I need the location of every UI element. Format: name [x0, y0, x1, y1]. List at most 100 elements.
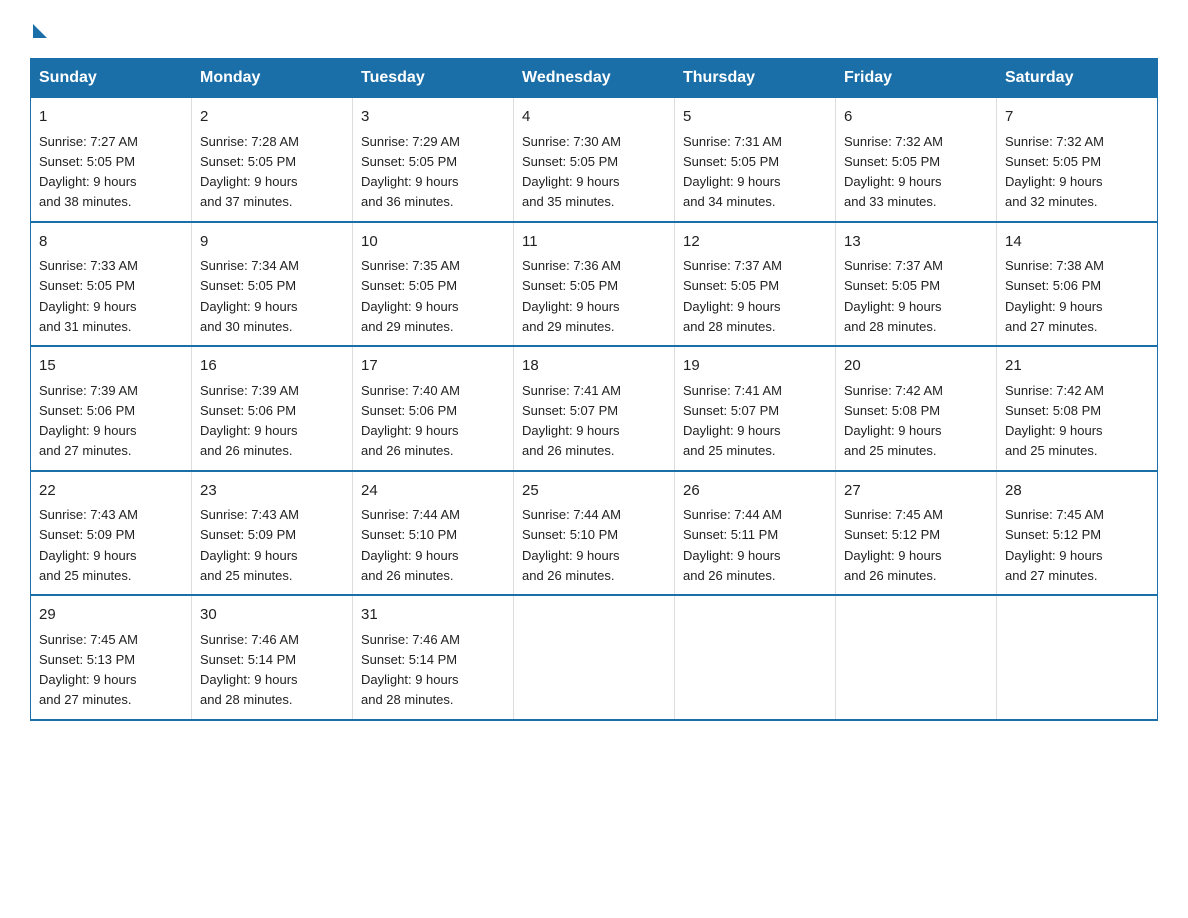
- logo-arrow-icon: [33, 24, 47, 38]
- day-cell: 16 Sunrise: 7:39 AMSunset: 5:06 PMDaylig…: [192, 346, 353, 471]
- day-info: Sunrise: 7:45 AMSunset: 5:12 PMDaylight:…: [1005, 507, 1104, 583]
- day-info: Sunrise: 7:44 AMSunset: 5:10 PMDaylight:…: [361, 507, 460, 583]
- day-info: Sunrise: 7:37 AMSunset: 5:05 PMDaylight:…: [844, 258, 943, 334]
- calendar-header-row: SundayMondayTuesdayWednesdayThursdayFrid…: [31, 59, 1158, 98]
- day-number: 23: [200, 480, 344, 503]
- day-number: 6: [844, 106, 988, 129]
- day-number: 28: [1005, 480, 1149, 503]
- header-tuesday: Tuesday: [353, 59, 514, 98]
- day-number: 9: [200, 231, 344, 254]
- day-cell: 28 Sunrise: 7:45 AMSunset: 5:12 PMDaylig…: [997, 471, 1158, 596]
- day-info: Sunrise: 7:43 AMSunset: 5:09 PMDaylight:…: [39, 507, 138, 583]
- day-cell: 31 Sunrise: 7:46 AMSunset: 5:14 PMDaylig…: [353, 595, 514, 720]
- day-cell: 18 Sunrise: 7:41 AMSunset: 5:07 PMDaylig…: [514, 346, 675, 471]
- week-row-3: 15 Sunrise: 7:39 AMSunset: 5:06 PMDaylig…: [31, 346, 1158, 471]
- day-cell: 7 Sunrise: 7:32 AMSunset: 5:05 PMDayligh…: [997, 98, 1158, 222]
- day-info: Sunrise: 7:38 AMSunset: 5:06 PMDaylight:…: [1005, 258, 1104, 334]
- day-cell: 23 Sunrise: 7:43 AMSunset: 5:09 PMDaylig…: [192, 471, 353, 596]
- day-number: 26: [683, 480, 827, 503]
- day-cell: 21 Sunrise: 7:42 AMSunset: 5:08 PMDaylig…: [997, 346, 1158, 471]
- day-number: 7: [1005, 106, 1149, 129]
- day-cell: 27 Sunrise: 7:45 AMSunset: 5:12 PMDaylig…: [836, 471, 997, 596]
- day-info: Sunrise: 7:39 AMSunset: 5:06 PMDaylight:…: [39, 383, 138, 459]
- week-row-5: 29 Sunrise: 7:45 AMSunset: 5:13 PMDaylig…: [31, 595, 1158, 720]
- day-number: 29: [39, 604, 183, 627]
- day-cell: 26 Sunrise: 7:44 AMSunset: 5:11 PMDaylig…: [675, 471, 836, 596]
- day-info: Sunrise: 7:33 AMSunset: 5:05 PMDaylight:…: [39, 258, 138, 334]
- header-friday: Friday: [836, 59, 997, 98]
- week-row-2: 8 Sunrise: 7:33 AMSunset: 5:05 PMDayligh…: [31, 222, 1158, 347]
- day-cell: 19 Sunrise: 7:41 AMSunset: 5:07 PMDaylig…: [675, 346, 836, 471]
- day-number: 18: [522, 355, 666, 378]
- day-cell: [997, 595, 1158, 720]
- day-info: Sunrise: 7:46 AMSunset: 5:14 PMDaylight:…: [361, 632, 460, 708]
- day-number: 10: [361, 231, 505, 254]
- day-number: 15: [39, 355, 183, 378]
- day-number: 24: [361, 480, 505, 503]
- day-cell: 2 Sunrise: 7:28 AMSunset: 5:05 PMDayligh…: [192, 98, 353, 222]
- day-cell: [675, 595, 836, 720]
- day-cell: 8 Sunrise: 7:33 AMSunset: 5:05 PMDayligh…: [31, 222, 192, 347]
- day-info: Sunrise: 7:35 AMSunset: 5:05 PMDaylight:…: [361, 258, 460, 334]
- day-number: 8: [39, 231, 183, 254]
- day-cell: 15 Sunrise: 7:39 AMSunset: 5:06 PMDaylig…: [31, 346, 192, 471]
- day-cell: 14 Sunrise: 7:38 AMSunset: 5:06 PMDaylig…: [997, 222, 1158, 347]
- day-number: 3: [361, 106, 505, 129]
- calendar-table: SundayMondayTuesdayWednesdayThursdayFrid…: [30, 58, 1158, 721]
- day-number: 5: [683, 106, 827, 129]
- day-info: Sunrise: 7:42 AMSunset: 5:08 PMDaylight:…: [844, 383, 943, 459]
- day-info: Sunrise: 7:27 AMSunset: 5:05 PMDaylight:…: [39, 134, 138, 210]
- day-cell: 11 Sunrise: 7:36 AMSunset: 5:05 PMDaylig…: [514, 222, 675, 347]
- day-info: Sunrise: 7:30 AMSunset: 5:05 PMDaylight:…: [522, 134, 621, 210]
- day-cell: 6 Sunrise: 7:32 AMSunset: 5:05 PMDayligh…: [836, 98, 997, 222]
- day-info: Sunrise: 7:40 AMSunset: 5:06 PMDaylight:…: [361, 383, 460, 459]
- day-number: 22: [39, 480, 183, 503]
- header-wednesday: Wednesday: [514, 59, 675, 98]
- day-info: Sunrise: 7:44 AMSunset: 5:11 PMDaylight:…: [683, 507, 782, 583]
- day-info: Sunrise: 7:46 AMSunset: 5:14 PMDaylight:…: [200, 632, 299, 708]
- day-info: Sunrise: 7:32 AMSunset: 5:05 PMDaylight:…: [1005, 134, 1104, 210]
- day-info: Sunrise: 7:36 AMSunset: 5:05 PMDaylight:…: [522, 258, 621, 334]
- day-number: 20: [844, 355, 988, 378]
- day-info: Sunrise: 7:41 AMSunset: 5:07 PMDaylight:…: [683, 383, 782, 459]
- day-info: Sunrise: 7:32 AMSunset: 5:05 PMDaylight:…: [844, 134, 943, 210]
- day-number: 12: [683, 231, 827, 254]
- day-info: Sunrise: 7:45 AMSunset: 5:12 PMDaylight:…: [844, 507, 943, 583]
- day-cell: 17 Sunrise: 7:40 AMSunset: 5:06 PMDaylig…: [353, 346, 514, 471]
- day-number: 19: [683, 355, 827, 378]
- day-cell: 12 Sunrise: 7:37 AMSunset: 5:05 PMDaylig…: [675, 222, 836, 347]
- day-cell: 4 Sunrise: 7:30 AMSunset: 5:05 PMDayligh…: [514, 98, 675, 222]
- day-cell: 5 Sunrise: 7:31 AMSunset: 5:05 PMDayligh…: [675, 98, 836, 222]
- page-header: [30, 20, 1158, 38]
- day-number: 30: [200, 604, 344, 627]
- day-cell: [514, 595, 675, 720]
- day-number: 11: [522, 231, 666, 254]
- day-cell: 13 Sunrise: 7:37 AMSunset: 5:05 PMDaylig…: [836, 222, 997, 347]
- day-number: 1: [39, 106, 183, 129]
- day-info: Sunrise: 7:42 AMSunset: 5:08 PMDaylight:…: [1005, 383, 1104, 459]
- day-number: 4: [522, 106, 666, 129]
- day-cell: 10 Sunrise: 7:35 AMSunset: 5:05 PMDaylig…: [353, 222, 514, 347]
- week-row-4: 22 Sunrise: 7:43 AMSunset: 5:09 PMDaylig…: [31, 471, 1158, 596]
- day-info: Sunrise: 7:41 AMSunset: 5:07 PMDaylight:…: [522, 383, 621, 459]
- day-cell: 3 Sunrise: 7:29 AMSunset: 5:05 PMDayligh…: [353, 98, 514, 222]
- day-info: Sunrise: 7:31 AMSunset: 5:05 PMDaylight:…: [683, 134, 782, 210]
- day-number: 13: [844, 231, 988, 254]
- header-sunday: Sunday: [31, 59, 192, 98]
- day-cell: 24 Sunrise: 7:44 AMSunset: 5:10 PMDaylig…: [353, 471, 514, 596]
- logo: [30, 20, 47, 38]
- day-info: Sunrise: 7:34 AMSunset: 5:05 PMDaylight:…: [200, 258, 299, 334]
- day-cell: 22 Sunrise: 7:43 AMSunset: 5:09 PMDaylig…: [31, 471, 192, 596]
- day-number: 17: [361, 355, 505, 378]
- day-number: 31: [361, 604, 505, 627]
- day-info: Sunrise: 7:29 AMSunset: 5:05 PMDaylight:…: [361, 134, 460, 210]
- day-info: Sunrise: 7:43 AMSunset: 5:09 PMDaylight:…: [200, 507, 299, 583]
- day-number: 14: [1005, 231, 1149, 254]
- day-info: Sunrise: 7:37 AMSunset: 5:05 PMDaylight:…: [683, 258, 782, 334]
- header-monday: Monday: [192, 59, 353, 98]
- day-cell: 1 Sunrise: 7:27 AMSunset: 5:05 PMDayligh…: [31, 98, 192, 222]
- day-number: 25: [522, 480, 666, 503]
- day-cell: [836, 595, 997, 720]
- day-number: 2: [200, 106, 344, 129]
- header-thursday: Thursday: [675, 59, 836, 98]
